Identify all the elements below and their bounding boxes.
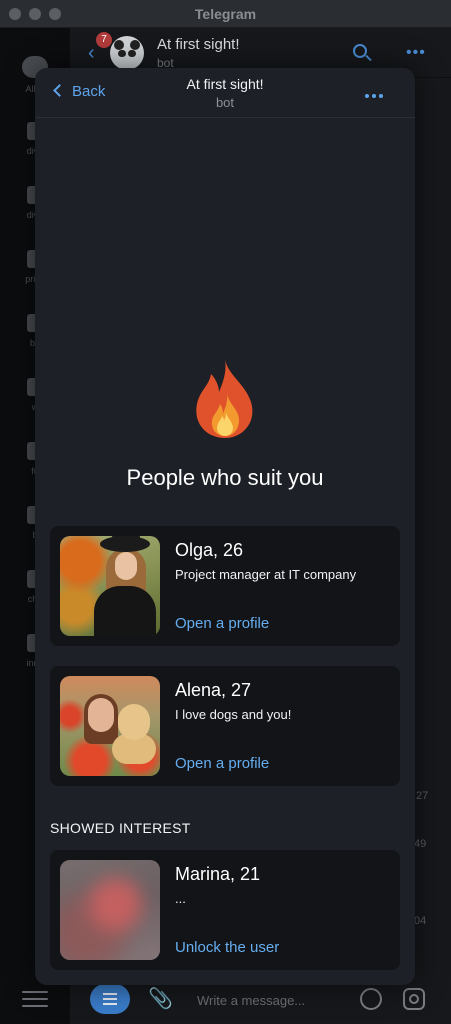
more-options-icon[interactable] (365, 85, 387, 98)
message-input[interactable]: Write a message... (197, 993, 305, 1008)
mini-app-subtitle: bot (215, 95, 235, 110)
profile-name: Alena, 27 (175, 680, 252, 700)
unlock-user-link[interactable]: Unlock the user (175, 939, 279, 956)
profile-name: Marina, 21 (175, 864, 261, 884)
window-titlebar: Telegram (0, 0, 451, 28)
filters-settings-icon[interactable] (22, 986, 48, 1012)
mini-app-header: Back At first sight! bot (35, 68, 415, 118)
profile-photo (60, 676, 160, 776)
bot-avatar[interactable] (110, 36, 144, 70)
camera-icon[interactable] (403, 988, 425, 1010)
chevron-left-icon[interactable]: ‹ (88, 42, 95, 65)
open-profile-link[interactable]: Open a profile (175, 755, 269, 772)
fire-icon (196, 360, 253, 438)
profile-card[interactable]: Alena, 27 I love dogs and you! Open a pr… (50, 666, 400, 786)
bot-menu-button[interactable] (90, 984, 130, 1014)
search-icon[interactable] (353, 44, 372, 62)
blurred-profile-photo (60, 860, 160, 960)
open-profile-link[interactable]: Open a profile (175, 615, 269, 632)
window-title: Telegram (194, 6, 257, 22)
profile-card[interactable]: Olga, 26 Project manager at IT company O… (50, 526, 400, 646)
section-title: SHOWED INTEREST (50, 820, 191, 836)
profile-description: ... (175, 891, 186, 906)
profile-name: Olga, 26 (175, 540, 244, 560)
headline: People who suit you (126, 465, 324, 490)
chat-title[interactable]: At first sight! (157, 36, 240, 53)
mini-app-window: Back At first sight! bot People who suit… (35, 68, 415, 985)
interest-card[interactable]: Marina, 21 ... Unlock the user (50, 850, 400, 970)
attach-icon[interactable]: 📎 (148, 986, 173, 1011)
profile-photo (60, 536, 160, 636)
profile-description: I love dogs and you! (175, 707, 292, 722)
message-time: 49 (414, 838, 427, 850)
message-time: 27 (416, 790, 429, 802)
unread-badge: 7 (96, 32, 112, 48)
message-time: 04 (414, 915, 427, 927)
more-options-icon[interactable]: ••• (406, 44, 426, 62)
mini-app-title: At first sight! (186, 76, 264, 92)
profile-description: Project manager at IT company (175, 567, 357, 582)
emoji-icon[interactable] (360, 988, 382, 1010)
